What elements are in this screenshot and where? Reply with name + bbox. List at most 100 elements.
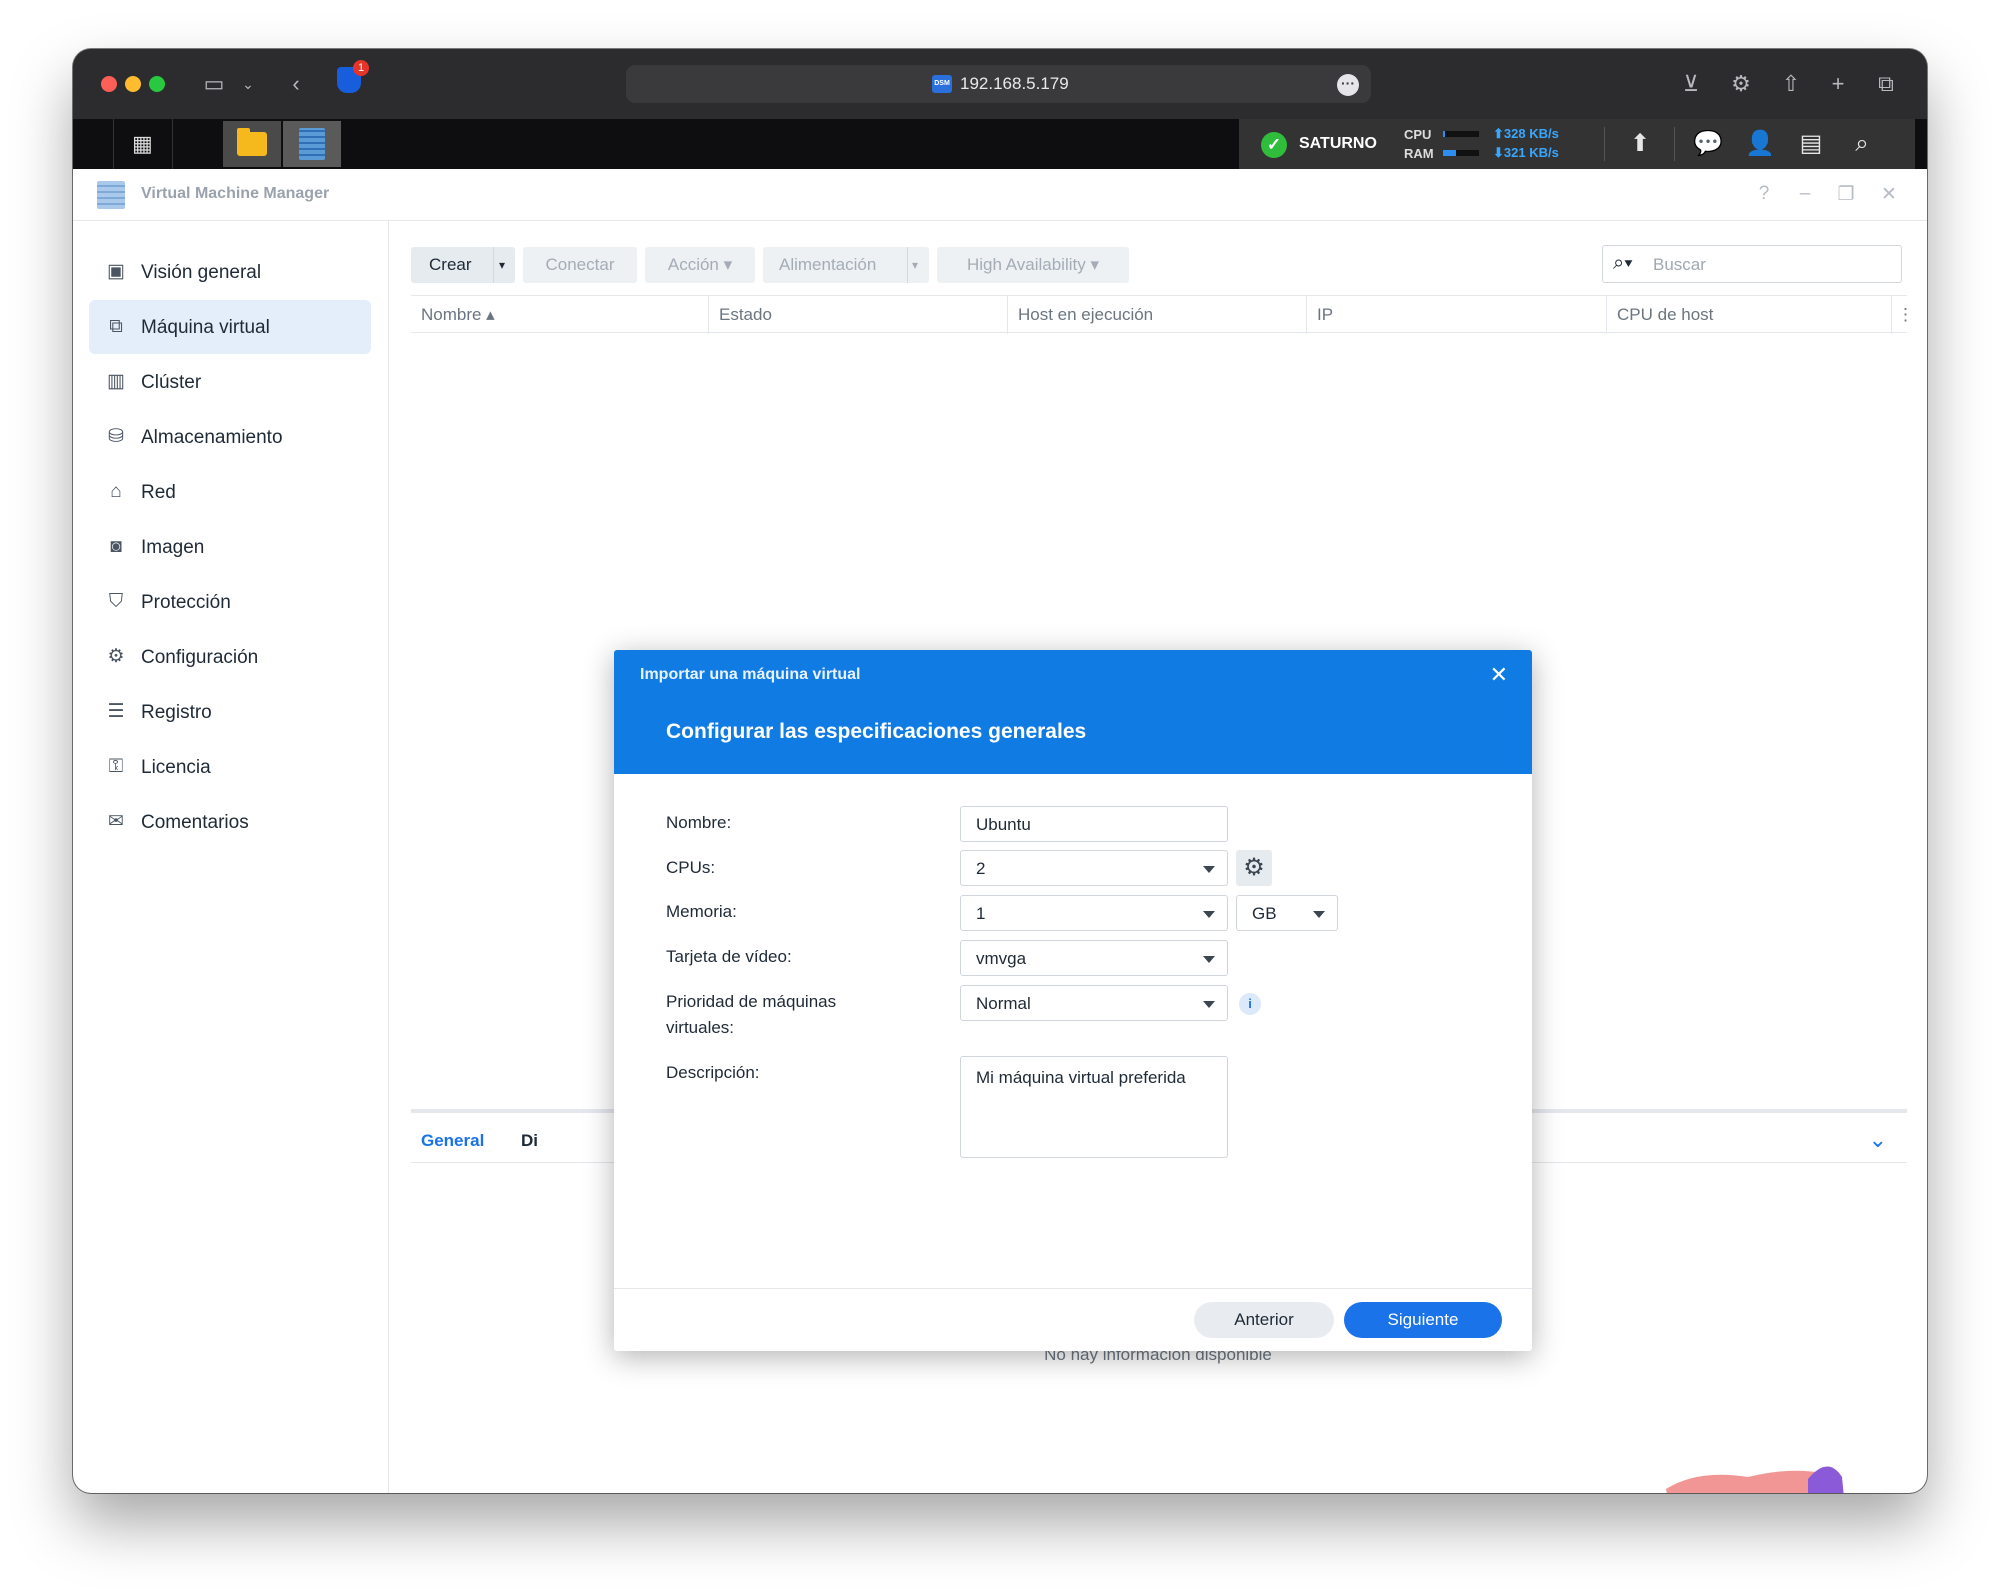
action-button[interactable]: Acción ▾ xyxy=(645,247,755,283)
vmm-app-window: Virtual Machine Manager ? – ❐ ✕ ▣ Visión… xyxy=(73,169,1927,1493)
column-status[interactable]: Estado xyxy=(719,305,772,325)
dialog-caption: Importar una máquina virtual xyxy=(640,666,861,683)
cpus-value: 2 xyxy=(976,859,986,878)
memory-unit-value: GB xyxy=(1252,904,1277,923)
cpus-select[interactable]: 2 xyxy=(960,850,1228,886)
name-label: Nombre: xyxy=(666,813,732,832)
address-bar[interactable]: DSM 192.168.5.179 ··· xyxy=(626,65,1371,103)
dsm-favicon-icon: DSM xyxy=(932,75,952,93)
sidebar-item-settings[interactable]: ⚙ Configuración xyxy=(89,630,371,684)
divider xyxy=(708,296,709,334)
back-icon[interactable]: ‹ xyxy=(281,69,311,99)
downloads-icon[interactable]: ⊻ xyxy=(1676,69,1706,99)
info-icon[interactable]: i xyxy=(1239,993,1261,1015)
svg-text:HDS: HDS xyxy=(1668,1483,1803,1493)
hds-logo-graphic: HDS + xyxy=(1666,1466,1844,1493)
memory-unit-select[interactable]: GB xyxy=(1236,895,1338,931)
priority-value: Normal xyxy=(976,994,1031,1013)
sidebar-item-log[interactable]: ☰ Registro xyxy=(89,685,371,739)
memory-select[interactable]: 1 xyxy=(960,895,1228,931)
cpus-label: CPUs: xyxy=(666,858,716,877)
new-tab-icon[interactable]: + xyxy=(1823,69,1853,99)
minimize-window-button[interactable] xyxy=(125,76,141,92)
name-value: Ubuntu xyxy=(976,815,1031,834)
column-host[interactable]: Host en ejecución xyxy=(1018,305,1153,325)
connect-button[interactable]: Conectar xyxy=(523,247,637,283)
upload-rate: ⬆328 KB/s xyxy=(1493,126,1559,141)
high-availability-button[interactable]: High Availability ▾ xyxy=(937,247,1129,283)
folder-icon xyxy=(237,128,267,156)
sidebar: ▣ Visión general ⧉ Máquina virtual ▥ Clú… xyxy=(73,221,389,1493)
help-icon[interactable]: ? xyxy=(1753,183,1775,205)
video-card-select[interactable]: vmvga xyxy=(960,940,1228,976)
search-icon[interactable]: ⌕▾ xyxy=(1613,252,1633,275)
memory-label: Memoria: xyxy=(666,902,737,921)
tab-overview-icon[interactable]: ⧉ xyxy=(1871,69,1901,99)
sidebar-item-virtual-machine[interactable]: ⧉ Máquina virtual xyxy=(89,300,371,354)
sidebar-item-cluster[interactable]: ▥ Clúster xyxy=(89,355,371,409)
power-button[interactable]: Alimentación ▾ xyxy=(763,247,929,283)
close-window-button[interactable] xyxy=(101,76,117,92)
next-button[interactable]: Siguiente xyxy=(1344,1302,1502,1338)
main-menu-button[interactable]: ▦ xyxy=(113,119,173,169)
sidebar-item-license[interactable]: ⚿ Licencia xyxy=(89,740,371,794)
priority-select[interactable]: Normal xyxy=(960,985,1228,1021)
upload-queue-icon[interactable]: ⬆ xyxy=(1625,130,1655,158)
restore-icon[interactable]: ❐ xyxy=(1835,183,1857,206)
tab-disks[interactable]: Di xyxy=(521,1131,538,1151)
settings-icon[interactable]: ⚙ xyxy=(1726,69,1756,99)
server-name[interactable]: SATURNO xyxy=(1299,135,1377,153)
search-field[interactable]: ⌕▾ Buscar xyxy=(1602,245,1902,283)
tab-general[interactable]: General xyxy=(421,1131,484,1151)
create-button[interactable]: Crear ▾ xyxy=(411,247,515,283)
user-icon[interactable]: 👤 xyxy=(1745,130,1775,158)
divider xyxy=(1306,296,1307,334)
sidebar-item-overview[interactable]: ▣ Visión general xyxy=(89,245,371,299)
share-icon[interactable]: ⇧ xyxy=(1776,69,1806,99)
chevron-down-icon[interactable]: ▾ xyxy=(499,247,505,283)
chevron-down-icon xyxy=(1203,866,1215,873)
divider xyxy=(907,247,908,283)
cpu-settings-button[interactable]: ⚙ xyxy=(1236,850,1272,886)
name-field[interactable]: Ubuntu xyxy=(960,806,1228,842)
column-name[interactable]: Nombre ▴ xyxy=(421,305,495,325)
description-label: Descripción: xyxy=(666,1063,760,1082)
sidebar-toggle-icon[interactable]: ▭ xyxy=(199,69,229,99)
collapse-icon[interactable]: ⌄ xyxy=(1869,1127,1887,1153)
back-button[interactable]: Anterior xyxy=(1194,1302,1334,1338)
page-menu-icon[interactable]: ··· xyxy=(1337,74,1359,96)
download-rate: ⬇321 KB/s xyxy=(1493,145,1559,160)
gear-icon: ⚙ xyxy=(107,646,125,667)
file-station-taskbar-item[interactable] xyxy=(223,121,281,167)
chevron-down-icon[interactable]: ▾ xyxy=(912,247,918,283)
close-icon[interactable]: ✕ xyxy=(1878,183,1900,206)
notifications-icon[interactable]: 💬 xyxy=(1693,130,1723,158)
cpu-meter xyxy=(1443,131,1479,137)
sidebar-item-label: Licencia xyxy=(141,757,211,778)
vmm-taskbar-item[interactable] xyxy=(283,121,341,167)
ram-meter xyxy=(1443,150,1479,156)
close-icon[interactable]: ✕ xyxy=(1490,662,1508,688)
description-field[interactable]: Mi máquina virtual preferida xyxy=(960,1056,1228,1158)
minimize-icon[interactable]: – xyxy=(1794,183,1816,205)
zoom-window-button[interactable] xyxy=(149,76,165,92)
column-ip[interactable]: IP xyxy=(1317,305,1333,325)
sidebar-item-image[interactable]: ◙ Imagen xyxy=(89,520,371,574)
sidebar-item-protection[interactable]: ⛉ Protección xyxy=(89,575,371,629)
sidebar-item-label: Protección xyxy=(141,592,231,613)
sidebar-item-feedback[interactable]: ✉ Comentarios xyxy=(89,795,371,849)
chevron-down-icon[interactable]: ⌄ xyxy=(233,69,263,99)
sidebar-item-storage[interactable]: ⛁ Almacenamiento xyxy=(89,410,371,464)
column-host-cpu[interactable]: CPU de host xyxy=(1617,305,1713,325)
priority-label: Prioridad de máquinas virtuales: xyxy=(666,992,837,1037)
column-options-icon[interactable]: ⋮ xyxy=(1897,305,1914,325)
status-ok-icon[interactable]: ✓ xyxy=(1261,132,1287,158)
screenshot: ▭ ⌄ ‹ 1 DSM 192.168.5.179 ··· ⊻ ⚙ ⇧ + ⧉ … xyxy=(0,0,2000,1591)
network-icon: ⌂ xyxy=(110,481,122,502)
sidebar-item-network[interactable]: ⌂ Red xyxy=(89,465,371,519)
url-text: 192.168.5.179 xyxy=(960,74,1069,93)
widgets-icon[interactable]: ▤ xyxy=(1796,130,1826,158)
mail-icon: ✉ xyxy=(108,811,124,832)
search-icon[interactable]: ⌕ xyxy=(1847,130,1877,158)
sidebar-item-label: Registro xyxy=(141,702,212,723)
